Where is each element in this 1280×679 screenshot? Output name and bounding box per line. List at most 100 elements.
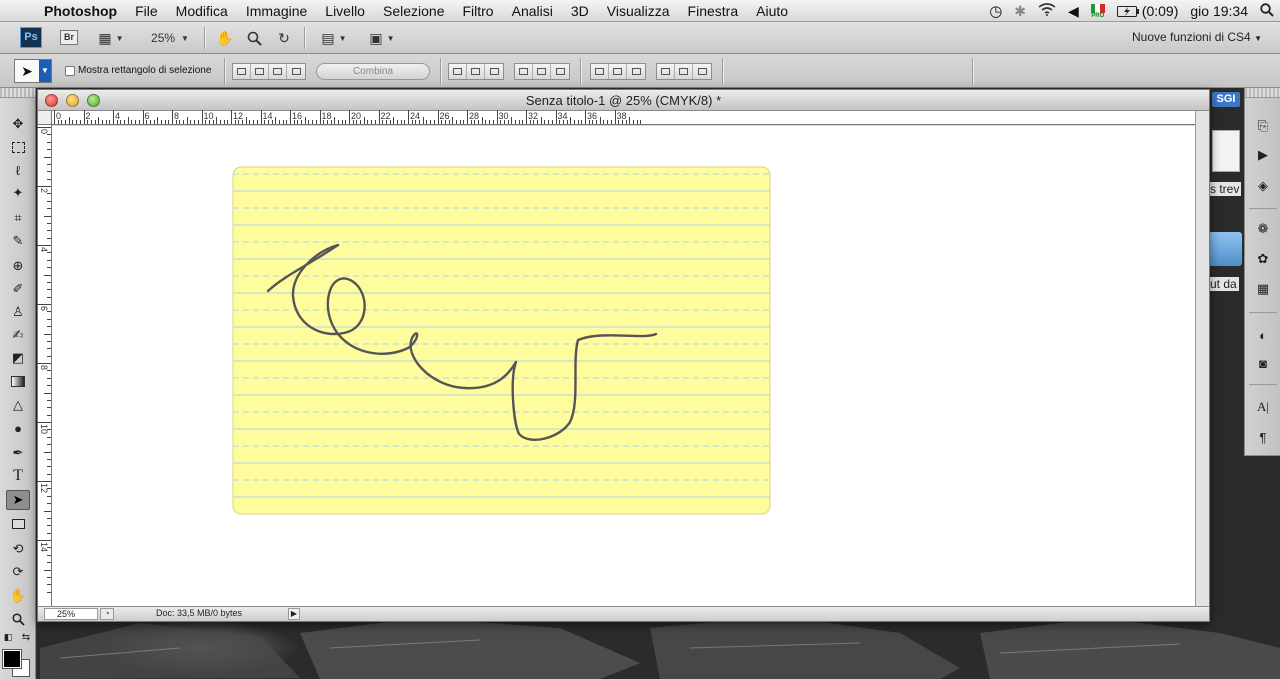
distribute-center-button[interactable] <box>675 64 693 79</box>
menu-photoshop[interactable]: Photoshop <box>40 3 126 19</box>
ruler-origin[interactable] <box>38 111 52 125</box>
swatches-palette-icon[interactable]: ✿ <box>1253 250 1273 268</box>
hand-tool-icon[interactable]: ✋ <box>214 28 236 48</box>
arrange-documents-dropdown[interactable]: ▤ ▼ <box>316 28 352 48</box>
tool-preset-picker[interactable]: ➤ ▼ <box>14 59 52 83</box>
crop-tool-icon[interactable]: ⌗ <box>6 208 30 228</box>
foreground-color-swatch[interactable] <box>2 649 22 669</box>
masks-panel-icon[interactable]: ◙ <box>1253 354 1273 372</box>
3d-orbit-tool-icon[interactable]: ⟳ <box>6 562 30 582</box>
menu-3d[interactable]: 3D <box>562 3 598 19</box>
history-panel-icon[interactable]: ⎘ <box>1253 117 1273 135</box>
align-left-button[interactable] <box>515 64 533 79</box>
document-titlebar[interactable]: Senza titolo-1 @ 25% (CMYK/8) * <box>38 90 1209 111</box>
zoom-level-dropdown[interactable]: 25% ▼ <box>148 28 192 48</box>
panel-grip[interactable] <box>0 88 35 98</box>
input-source-flag-icon[interactable]: PRO <box>1090 3 1105 19</box>
move-tool-icon[interactable]: ✥ <box>6 114 30 134</box>
wifi-icon[interactable] <box>1038 3 1056 19</box>
brush-tool-icon[interactable]: ✐ <box>6 279 30 299</box>
type-tool-icon[interactable]: T <box>6 466 30 486</box>
distribute-right-button[interactable] <box>693 64 711 79</box>
dodge-tool-icon[interactable]: ● <box>6 418 30 438</box>
pen-tool-icon[interactable]: ✒ <box>6 443 30 463</box>
channels-panel-icon[interactable]: ❁ <box>1253 220 1273 238</box>
styles-grid-icon[interactable]: ▦ <box>1253 280 1273 298</box>
intersect-shape-button[interactable] <box>269 64 287 79</box>
subtract-shape-button[interactable] <box>251 64 269 79</box>
distribute-bottom-button[interactable] <box>627 64 645 79</box>
eraser-tool-icon[interactable]: ◩ <box>6 348 30 368</box>
align-middle-button[interactable] <box>467 64 485 79</box>
3d-rotate-tool-icon[interactable]: ⟲ <box>6 539 30 559</box>
menu-analisi[interactable]: Analisi <box>503 3 562 19</box>
magic-wand-tool-icon[interactable]: ✦ <box>6 183 30 203</box>
background-app-badge[interactable]: SGI <box>1212 92 1240 107</box>
clone-stamp-tool-icon[interactable]: ♙ <box>6 302 30 322</box>
default-colors-icon[interactable]: ◧ <box>2 631 14 643</box>
exclude-shape-button[interactable] <box>287 64 305 79</box>
document-canvas[interactable] <box>52 126 1197 608</box>
character-panel-icon[interactable]: A| <box>1253 398 1273 416</box>
close-window-button[interactable] <box>45 94 58 107</box>
clock[interactable]: gio 19:34 <box>1190 3 1248 19</box>
swap-colors-icon[interactable]: ⇆ <box>20 631 32 643</box>
ruler-minor-tick <box>326 120 328 124</box>
minimize-window-button[interactable] <box>66 94 79 107</box>
status-menu-arrow-icon[interactable]: ▶ <box>288 608 300 620</box>
vertical-scrollbar[interactable] <box>1195 111 1209 608</box>
blur-tool-icon[interactable]: △ <box>6 395 30 415</box>
menu-immagine[interactable]: Immagine <box>237 3 316 19</box>
path-selection-tool-icon[interactable]: ➤ <box>6 490 30 510</box>
spot-healing-tool-icon[interactable]: ⊕ <box>6 256 30 276</box>
launch-bridge-button[interactable]: Br <box>60 30 78 45</box>
gradient-tool-icon[interactable] <box>6 371 30 391</box>
history-brush-tool-icon[interactable]: ✍ <box>6 325 30 345</box>
show-bounding-box-checkbox[interactable]: Mostra rettangolo di selezione <box>65 65 211 76</box>
marquee-tool-icon[interactable] <box>6 137 30 157</box>
menu-modifica[interactable]: Modifica <box>167 3 237 19</box>
zoom-window-button[interactable] <box>87 94 100 107</box>
hand-tool-icon[interactable]: ✋ <box>6 586 30 606</box>
view-extras-dropdown[interactable]: ▦ ▼ <box>94 28 128 48</box>
paragraph-panel-icon[interactable]: ¶ <box>1253 428 1273 446</box>
eyedropper-tool-icon[interactable]: ✎ <box>6 231 30 251</box>
distribute-middle-button[interactable] <box>609 64 627 79</box>
align-bottom-button[interactable] <box>485 64 503 79</box>
zoom-tool-icon[interactable] <box>6 609 30 629</box>
time-machine-icon[interactable]: ◷ <box>989 2 1002 20</box>
shape-tool-icon[interactable] <box>6 514 30 534</box>
lasso-tool-icon[interactable]: ℓ <box>6 160 30 180</box>
vertical-ruler[interactable]: 0 2 4 6 8 10 12 14 <box>37 125 52 608</box>
battery-icon[interactable]: (0:09) <box>1116 3 1178 19</box>
layers-panel-icon[interactable]: ◈ <box>1253 177 1273 195</box>
spotlight-search-icon[interactable] <box>1260 2 1274 20</box>
volume-icon[interactable]: ◀ <box>1068 3 1079 20</box>
menu-filtro[interactable]: Filtro <box>453 3 502 19</box>
horizontal-ruler[interactable]: 0 2 4 6 8 10 12 14 16 18 20 22 24 26 28 30 32 34 36 38 <box>52 110 1197 125</box>
panel-grip[interactable] <box>1245 88 1280 98</box>
menu-visualizza[interactable]: Visualizza <box>598 3 679 19</box>
status-zoom-field[interactable]: 25% <box>44 608 98 620</box>
menu-selezione[interactable]: Selezione <box>374 3 454 19</box>
rotate-view-icon[interactable]: ↻ <box>273 28 295 48</box>
bluetooth-icon[interactable]: ✱ <box>1014 3 1026 20</box>
zoom-tool-icon[interactable] <box>243 28 265 48</box>
distribute-left-button[interactable] <box>657 64 675 79</box>
menu-aiuto[interactable]: Aiuto <box>747 3 797 19</box>
add-to-shape-button[interactable] <box>233 64 251 79</box>
menu-livello[interactable]: Livello <box>316 3 374 19</box>
actions-panel-icon[interactable]: ▶ <box>1253 146 1273 164</box>
menu-finestra[interactable]: Finestra <box>679 3 748 19</box>
distribute-top-button[interactable] <box>591 64 609 79</box>
align-right-button[interactable] <box>551 64 569 79</box>
menu-file[interactable]: File <box>126 3 167 19</box>
align-center-button[interactable] <box>533 64 551 79</box>
screen-mode-dropdown[interactable]: ▣ ▼ <box>364 28 400 48</box>
workspace-switcher[interactable]: Nuove funzioni di CS4 ▼ <box>1132 30 1262 44</box>
align-top-button[interactable] <box>449 64 467 79</box>
notepad-shape[interactable] <box>232 166 771 515</box>
status-info-icon[interactable]: ◔ <box>100 608 114 620</box>
combine-button[interactable]: Combina <box>316 63 430 80</box>
adjustments-panel-icon[interactable]: ◐ <box>1253 326 1273 344</box>
